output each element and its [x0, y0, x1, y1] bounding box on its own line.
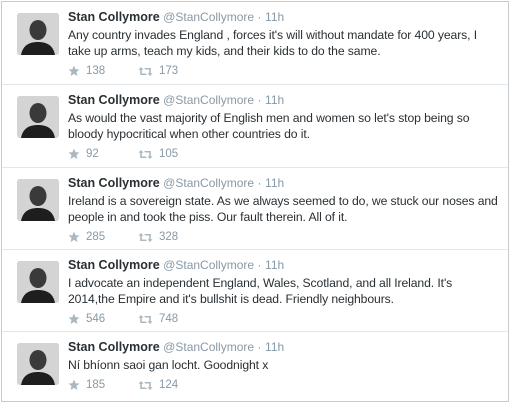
author-handle[interactable]: @StanCollymore [163, 340, 254, 354]
retweet-button[interactable]: 124 [138, 379, 208, 391]
author-name[interactable]: Stan Collymore [68, 10, 160, 24]
retweet-count: 124 [159, 379, 179, 391]
timestamp[interactable]: 11h [265, 176, 284, 190]
retweet-icon [138, 380, 153, 390]
separator-dot: · [257, 10, 262, 24]
star-icon [68, 313, 80, 324]
retweet-count: 173 [159, 65, 179, 77]
favorite-count: 285 [86, 231, 106, 243]
favorite-count: 546 [86, 313, 106, 325]
author-name[interactable]: Stan Collymore [68, 340, 160, 354]
author-handle[interactable]: @StanCollymore [163, 176, 254, 190]
tweet-header: Stan Collymore @StanCollymore · 11h [68, 176, 500, 191]
timestamp[interactable]: 11h [265, 93, 284, 107]
tweet-header: Stan Collymore @StanCollymore · 11h [68, 93, 500, 108]
favorite-count: 185 [86, 379, 106, 391]
retweet-icon [138, 66, 153, 76]
star-icon [68, 148, 80, 159]
avatar[interactable] [17, 343, 59, 385]
avatar[interactable] [17, 96, 59, 138]
retweet-icon [138, 314, 153, 324]
favorite-button[interactable]: 138 [68, 65, 138, 77]
retweet-button[interactable]: 748 [138, 313, 208, 325]
avatar[interactable] [17, 13, 59, 55]
tweet-text: Any country invades England , forces it'… [68, 28, 478, 58]
tweet-actions: 546 748 [68, 313, 500, 325]
tweet[interactable]: Stan Collymore @StanCollymore · 11h I ad… [2, 250, 508, 332]
retweet-count: 328 [159, 231, 179, 243]
timestamp[interactable]: 11h [265, 258, 284, 272]
avatar[interactable] [17, 261, 59, 303]
retweet-icon [138, 232, 153, 242]
tweet[interactable]: Stan Collymore @StanCollymore · 11h Ní b… [2, 332, 508, 402]
separator-dot: · [257, 340, 262, 354]
separator-dot: · [257, 258, 262, 272]
tweet-text: Ireland is a sovereign state. As we alwa… [68, 194, 498, 224]
star-icon [68, 231, 80, 242]
tweet-text: I advocate an independent England, Wales… [68, 276, 453, 306]
author-name[interactable]: Stan Collymore [68, 258, 160, 272]
tweet[interactable]: Stan Collymore @StanCollymore · 11h Any … [2, 2, 508, 85]
star-icon [68, 65, 80, 76]
tweet-text: Ní bhíonn saoi gan locht. Goodnight x [68, 358, 269, 372]
tweet-feed: Stan Collymore @StanCollymore · 11h Any … [1, 1, 509, 402]
author-handle[interactable]: @StanCollymore [163, 93, 254, 107]
favorite-button[interactable]: 285 [68, 231, 138, 243]
author-name[interactable]: Stan Collymore [68, 176, 160, 190]
author-handle[interactable]: @StanCollymore [163, 10, 254, 24]
tweet-actions: 285 328 [68, 231, 500, 243]
tweet-actions: 138 173 [68, 65, 500, 77]
timestamp[interactable]: 11h [265, 340, 284, 354]
retweet-icon [138, 149, 153, 159]
tweet[interactable]: Stan Collymore @StanCollymore · 11h Irel… [2, 168, 508, 250]
star-icon [68, 379, 80, 390]
favorite-count: 138 [86, 65, 106, 77]
retweet-button[interactable]: 105 [138, 148, 208, 160]
favorite-button[interactable]: 185 [68, 379, 138, 391]
tweet[interactable]: Stan Collymore @StanCollymore · 11h As w… [2, 85, 508, 168]
tweet-text: As would the vast majority of English me… [68, 111, 470, 141]
retweet-count: 748 [159, 313, 179, 325]
author-name[interactable]: Stan Collymore [68, 93, 160, 107]
retweet-button[interactable]: 328 [138, 231, 208, 243]
tweet-header: Stan Collymore @StanCollymore · 11h [68, 258, 500, 273]
avatar[interactable] [17, 179, 59, 221]
retweet-button[interactable]: 173 [138, 65, 208, 77]
favorite-count: 92 [86, 148, 99, 160]
tweet-header: Stan Collymore @StanCollymore · 11h [68, 10, 500, 25]
separator-dot: · [257, 176, 262, 190]
tweet-actions: 185 124 [68, 379, 500, 391]
retweet-count: 105 [159, 148, 179, 160]
timestamp[interactable]: 11h [265, 10, 284, 24]
tweet-header: Stan Collymore @StanCollymore · 11h [68, 340, 500, 355]
author-handle[interactable]: @StanCollymore [163, 258, 254, 272]
tweet-actions: 92 105 [68, 148, 500, 160]
favorite-button[interactable]: 546 [68, 313, 138, 325]
favorite-button[interactable]: 92 [68, 148, 138, 160]
separator-dot: · [257, 93, 262, 107]
